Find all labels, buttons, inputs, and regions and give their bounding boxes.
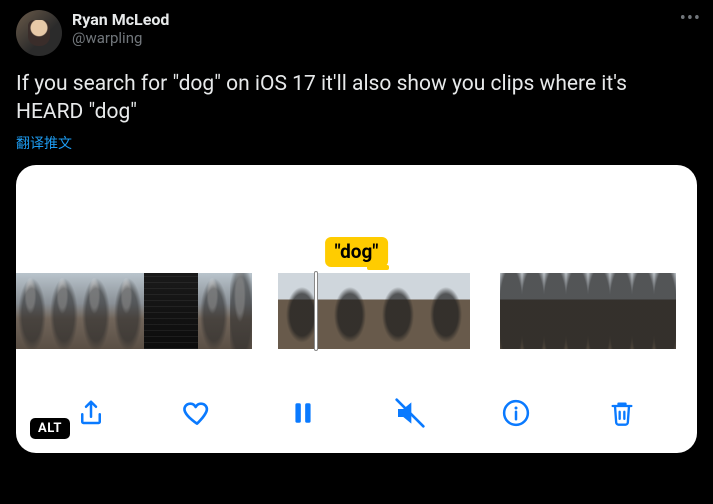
media-wrapper: "dog" xyxy=(16,165,697,453)
thumbnail xyxy=(16,273,48,349)
thumbnail xyxy=(654,273,676,349)
tweet: Ryan McLeod @warpling ••• If you search … xyxy=(0,0,713,469)
tweet-body: If you search for "dog" on iOS 17 it'll … xyxy=(16,70,697,127)
pause-icon[interactable] xyxy=(281,391,325,435)
playhead[interactable] xyxy=(314,271,318,351)
tweet-header: Ryan McLeod @warpling ••• xyxy=(16,10,697,56)
thumbnail xyxy=(544,273,566,349)
thumbnail xyxy=(176,273,198,349)
clip-group[interactable] xyxy=(278,273,470,349)
thumbnail xyxy=(500,273,522,349)
clip-group[interactable] xyxy=(16,273,252,349)
thumbnail xyxy=(422,273,470,349)
thumbnail xyxy=(198,273,230,349)
thumbnail xyxy=(326,273,374,349)
trash-icon[interactable] xyxy=(600,391,644,435)
thumbnail xyxy=(144,273,176,349)
handle: @warpling xyxy=(72,29,169,47)
info-icon[interactable] xyxy=(494,391,538,435)
mute-icon[interactable] xyxy=(388,391,432,435)
thumbnail xyxy=(374,273,422,349)
thumbnail xyxy=(588,273,610,349)
author-names[interactable]: Ryan McLeod @warpling xyxy=(72,10,169,47)
heart-icon[interactable] xyxy=(175,391,219,435)
thumbnail xyxy=(610,273,632,349)
thumbnail xyxy=(48,273,80,349)
thumbnail xyxy=(230,273,252,349)
thumbnail xyxy=(566,273,588,349)
thumbnail xyxy=(278,273,326,349)
translate-link[interactable]: 翻译推文 xyxy=(16,133,697,153)
caption-caret xyxy=(367,265,389,270)
video-toolbar xyxy=(16,391,697,435)
display-name: Ryan McLeod xyxy=(72,10,169,29)
thumbnail xyxy=(632,273,654,349)
more-icon[interactable]: ••• xyxy=(680,10,701,28)
media-card[interactable]: "dog" xyxy=(16,165,697,453)
thumbnail xyxy=(112,273,144,349)
thumbnail xyxy=(80,273,112,349)
caption-pill: "dog" xyxy=(325,237,389,267)
video-timeline[interactable] xyxy=(16,273,697,349)
clip-group[interactable] xyxy=(500,273,676,349)
share-icon[interactable] xyxy=(69,391,113,435)
avatar[interactable] xyxy=(16,10,62,56)
thumbnail xyxy=(522,273,544,349)
alt-badge[interactable]: ALT xyxy=(30,418,70,439)
